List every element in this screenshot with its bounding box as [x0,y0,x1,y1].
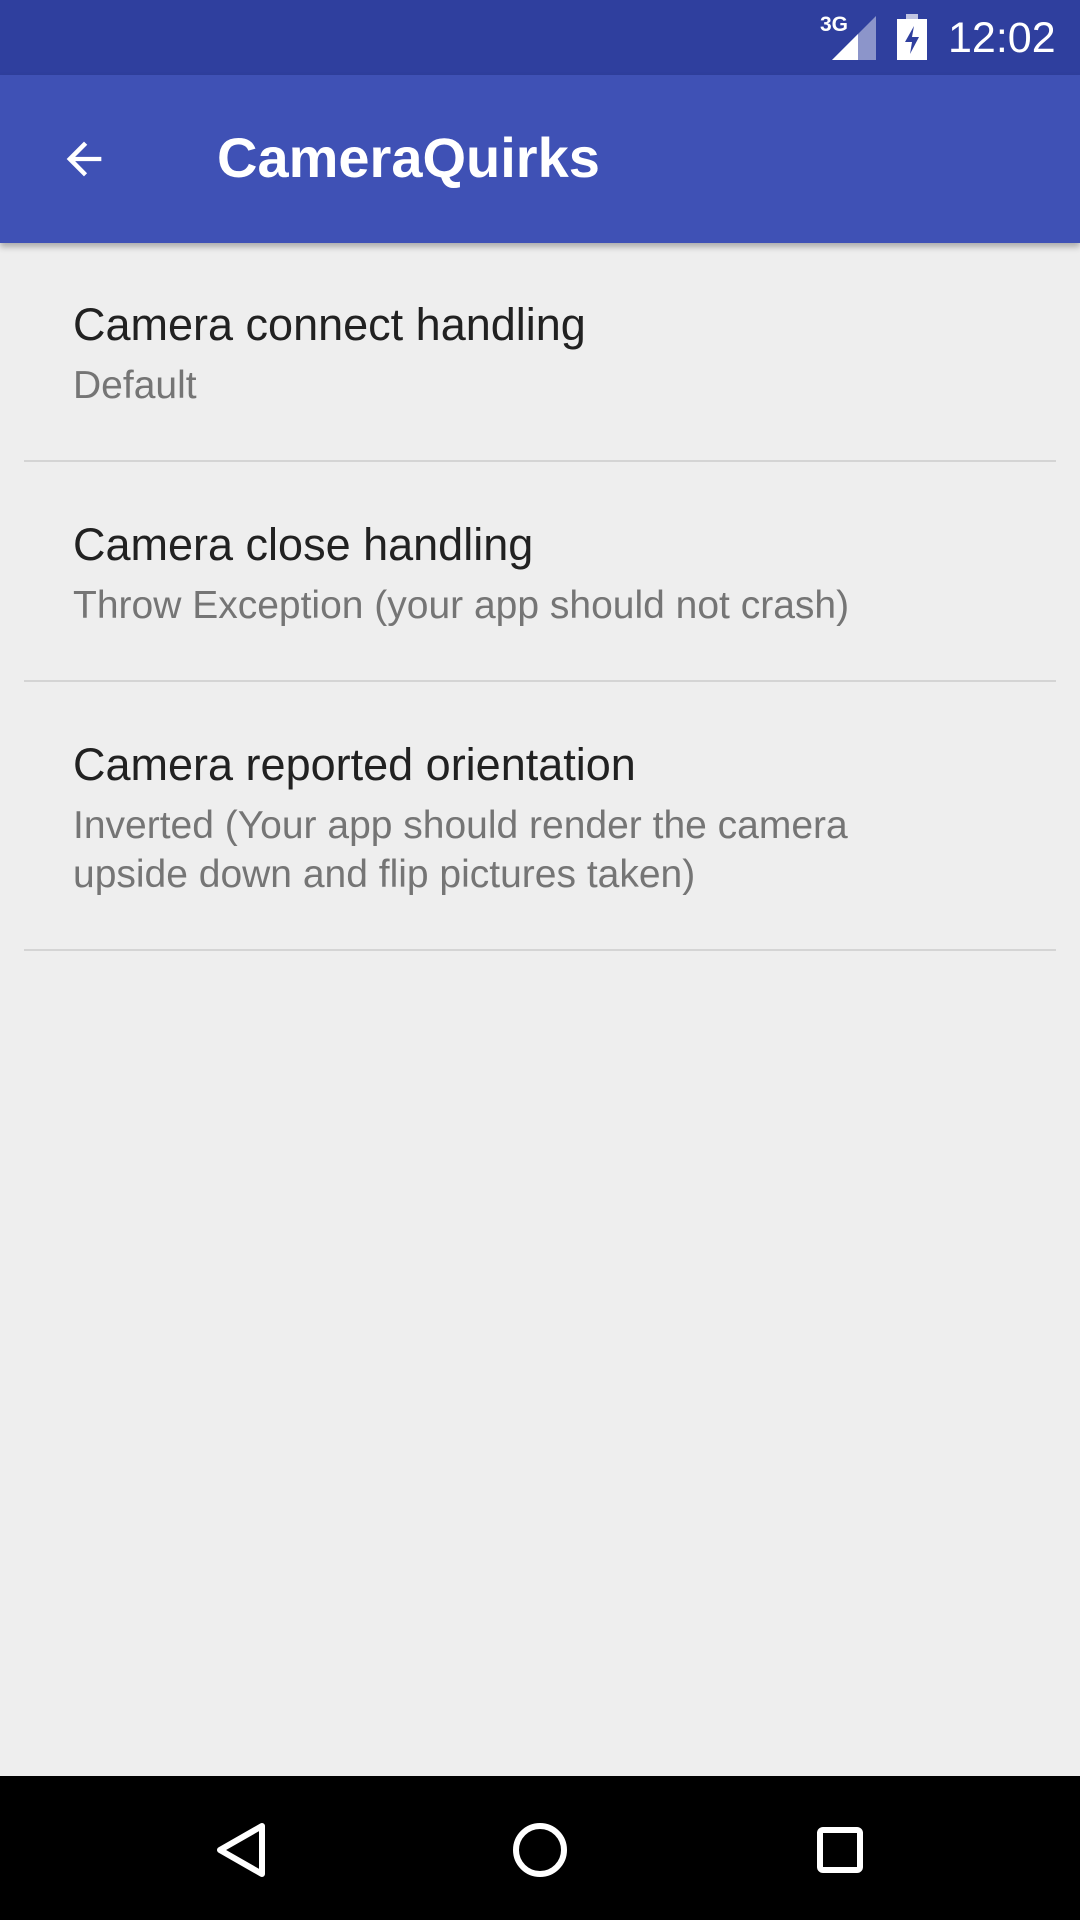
divider [24,949,1056,951]
signal-icon [832,16,876,60]
network-indicator: 3G [820,14,876,60]
battery-charging-icon [897,14,927,60]
status-bar: 3G 12:02 [0,0,1080,75]
pref-summary: Inverted (Your app should render the cam… [73,804,848,896]
pref-camera-connect-handling[interactable]: Camera connect handling Default [0,243,1080,463]
nav-recents-button[interactable] [790,1798,890,1898]
nav-home-button[interactable] [490,1798,590,1898]
pref-camera-close-handling[interactable]: Camera close handling Throw Exception (y… [0,463,1080,683]
system-nav-bar [0,1776,1080,1920]
home-circle-icon [513,1823,567,1877]
pref-title: Camera reported orientation [73,739,636,790]
back-button[interactable] [44,119,124,199]
app-toolbar: CameraQuirks [0,75,1080,243]
divider [24,680,1056,682]
recents-square-icon [817,1827,863,1873]
preference-list: Camera connect handling Default Camera c… [0,243,1080,951]
pref-title: Camera connect handling [73,299,586,350]
app-title: CameraQuirks [217,126,600,189]
pref-title: Camera close handling [73,519,534,570]
pref-summary: Default [73,364,197,407]
pref-summary: Throw Exception (your app should not cra… [73,584,850,627]
back-triangle-icon [217,1823,265,1877]
arrow-back-icon [66,141,102,177]
nav-back-button[interactable] [190,1798,290,1898]
pref-camera-reported-orientation[interactable]: Camera reported orientation Inverted (Yo… [0,683,1080,951]
status-clock: 12:02 [948,14,1056,62]
divider [24,460,1056,462]
